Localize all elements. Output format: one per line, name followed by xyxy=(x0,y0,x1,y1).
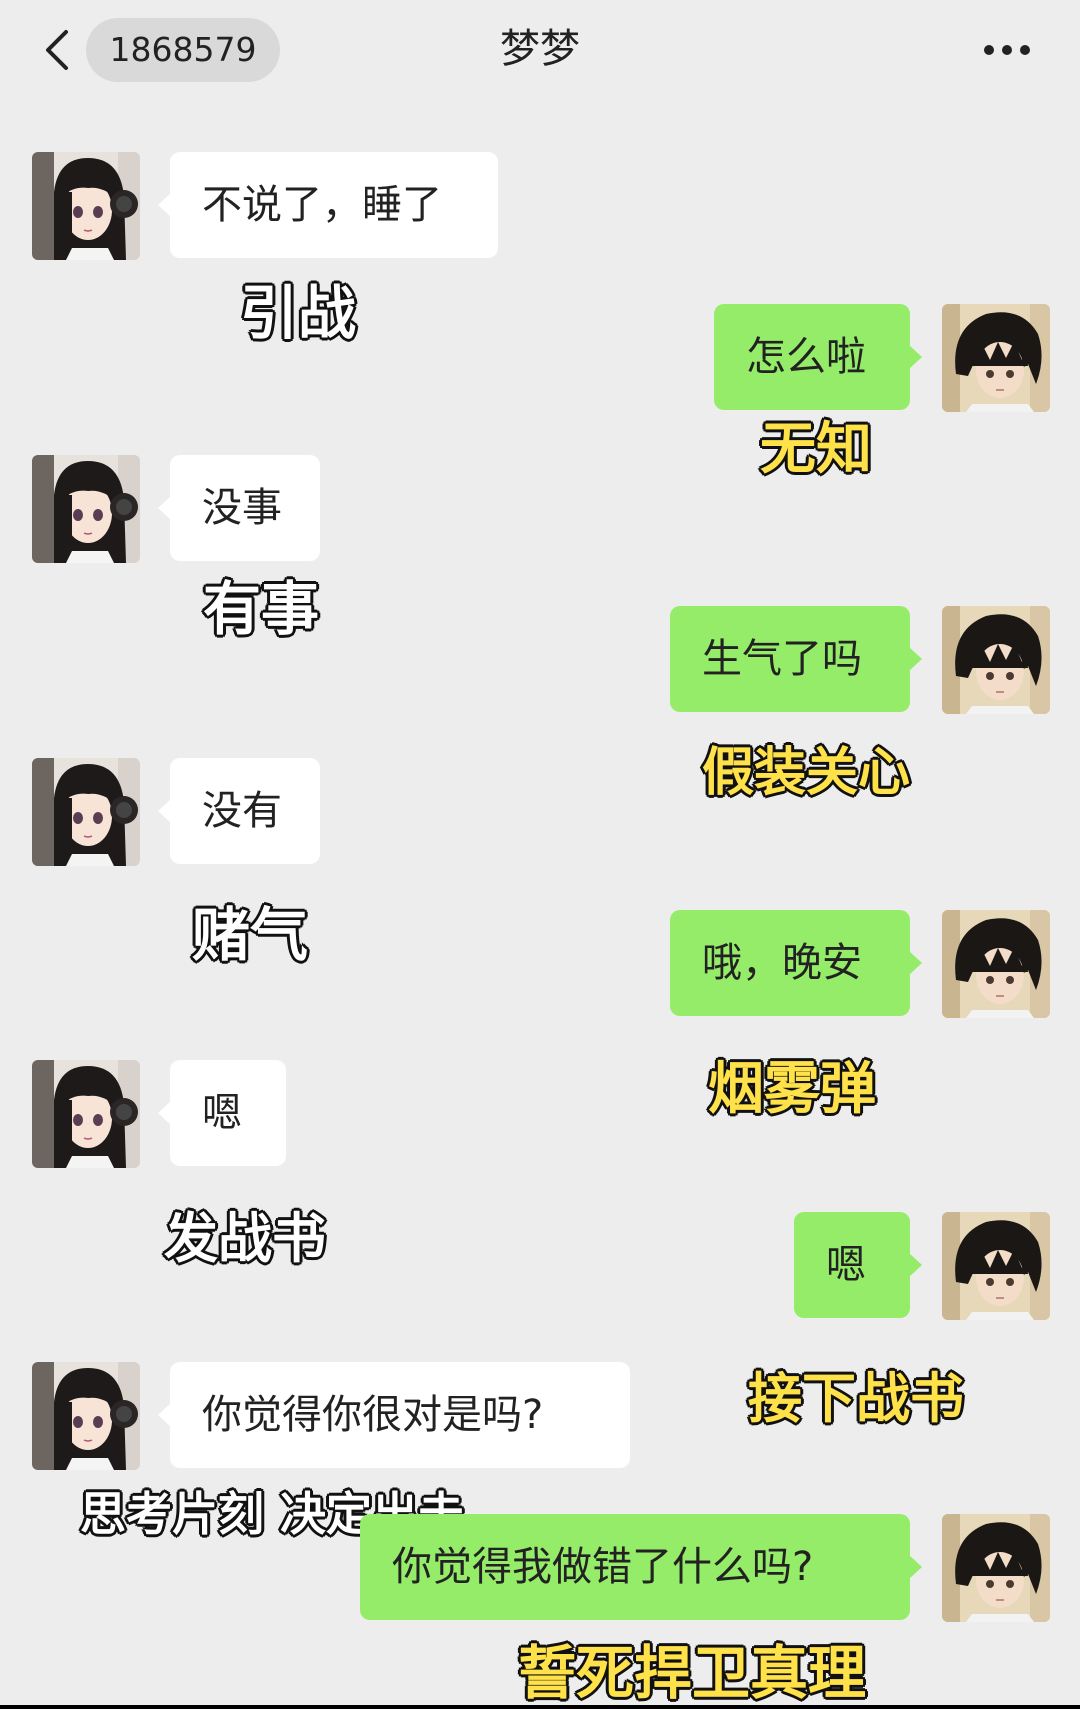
caption: 烟雾弹 xyxy=(708,1057,876,1122)
girl-avatar[interactable] xyxy=(32,1060,140,1168)
message-bubble-received[interactable]: 嗯 xyxy=(158,1060,286,1166)
message-bubble-received[interactable]: 不说了，睡了 xyxy=(158,152,498,258)
boy-avatar[interactable] xyxy=(942,1212,1050,1320)
more-options-icon[interactable] xyxy=(982,42,1032,58)
caption: 接下战书 xyxy=(748,1367,964,1430)
caption: 誓死捍卫真理 xyxy=(518,1639,867,1705)
message-bubble-sent[interactable]: 怎么啦 xyxy=(714,304,922,410)
girl-avatar[interactable] xyxy=(32,152,140,260)
message-bubble-received[interactable]: 没有 xyxy=(158,758,320,864)
girl-avatar[interactable] xyxy=(32,455,140,563)
caption: 有事 xyxy=(203,575,320,643)
message-bubble-sent[interactable]: 嗯 xyxy=(794,1212,922,1318)
message-bubble-sent[interactable]: 你觉得我做错了什么吗? xyxy=(360,1514,922,1620)
chat-screen: 1868579 梦梦 不说了，睡了 引战 怎么啦 无知 没事 有事 生气了吗 假… xyxy=(0,0,1080,1705)
caption: 无知 xyxy=(760,417,872,482)
caption: 赌气 xyxy=(192,901,309,969)
boy-avatar[interactable] xyxy=(942,606,1050,714)
boy-avatar[interactable] xyxy=(942,910,1050,1018)
girl-avatar[interactable] xyxy=(32,1362,140,1470)
caption: 引战 xyxy=(240,279,357,347)
chat-title: 梦梦 xyxy=(500,26,580,72)
caption: 假装关心 xyxy=(702,743,911,803)
boy-avatar[interactable] xyxy=(942,304,1050,412)
message-bubble-received[interactable]: 没事 xyxy=(158,455,320,561)
message-bubble-sent[interactable]: 哦，晚安 xyxy=(670,910,922,1016)
girl-avatar[interactable] xyxy=(32,758,140,866)
message-bubble-received[interactable]: 你觉得你很对是吗? xyxy=(158,1362,630,1468)
boy-avatar[interactable] xyxy=(942,1514,1050,1622)
caption: 发战书 xyxy=(164,1207,326,1270)
message-bubble-sent[interactable]: 生气了吗 xyxy=(670,606,922,712)
